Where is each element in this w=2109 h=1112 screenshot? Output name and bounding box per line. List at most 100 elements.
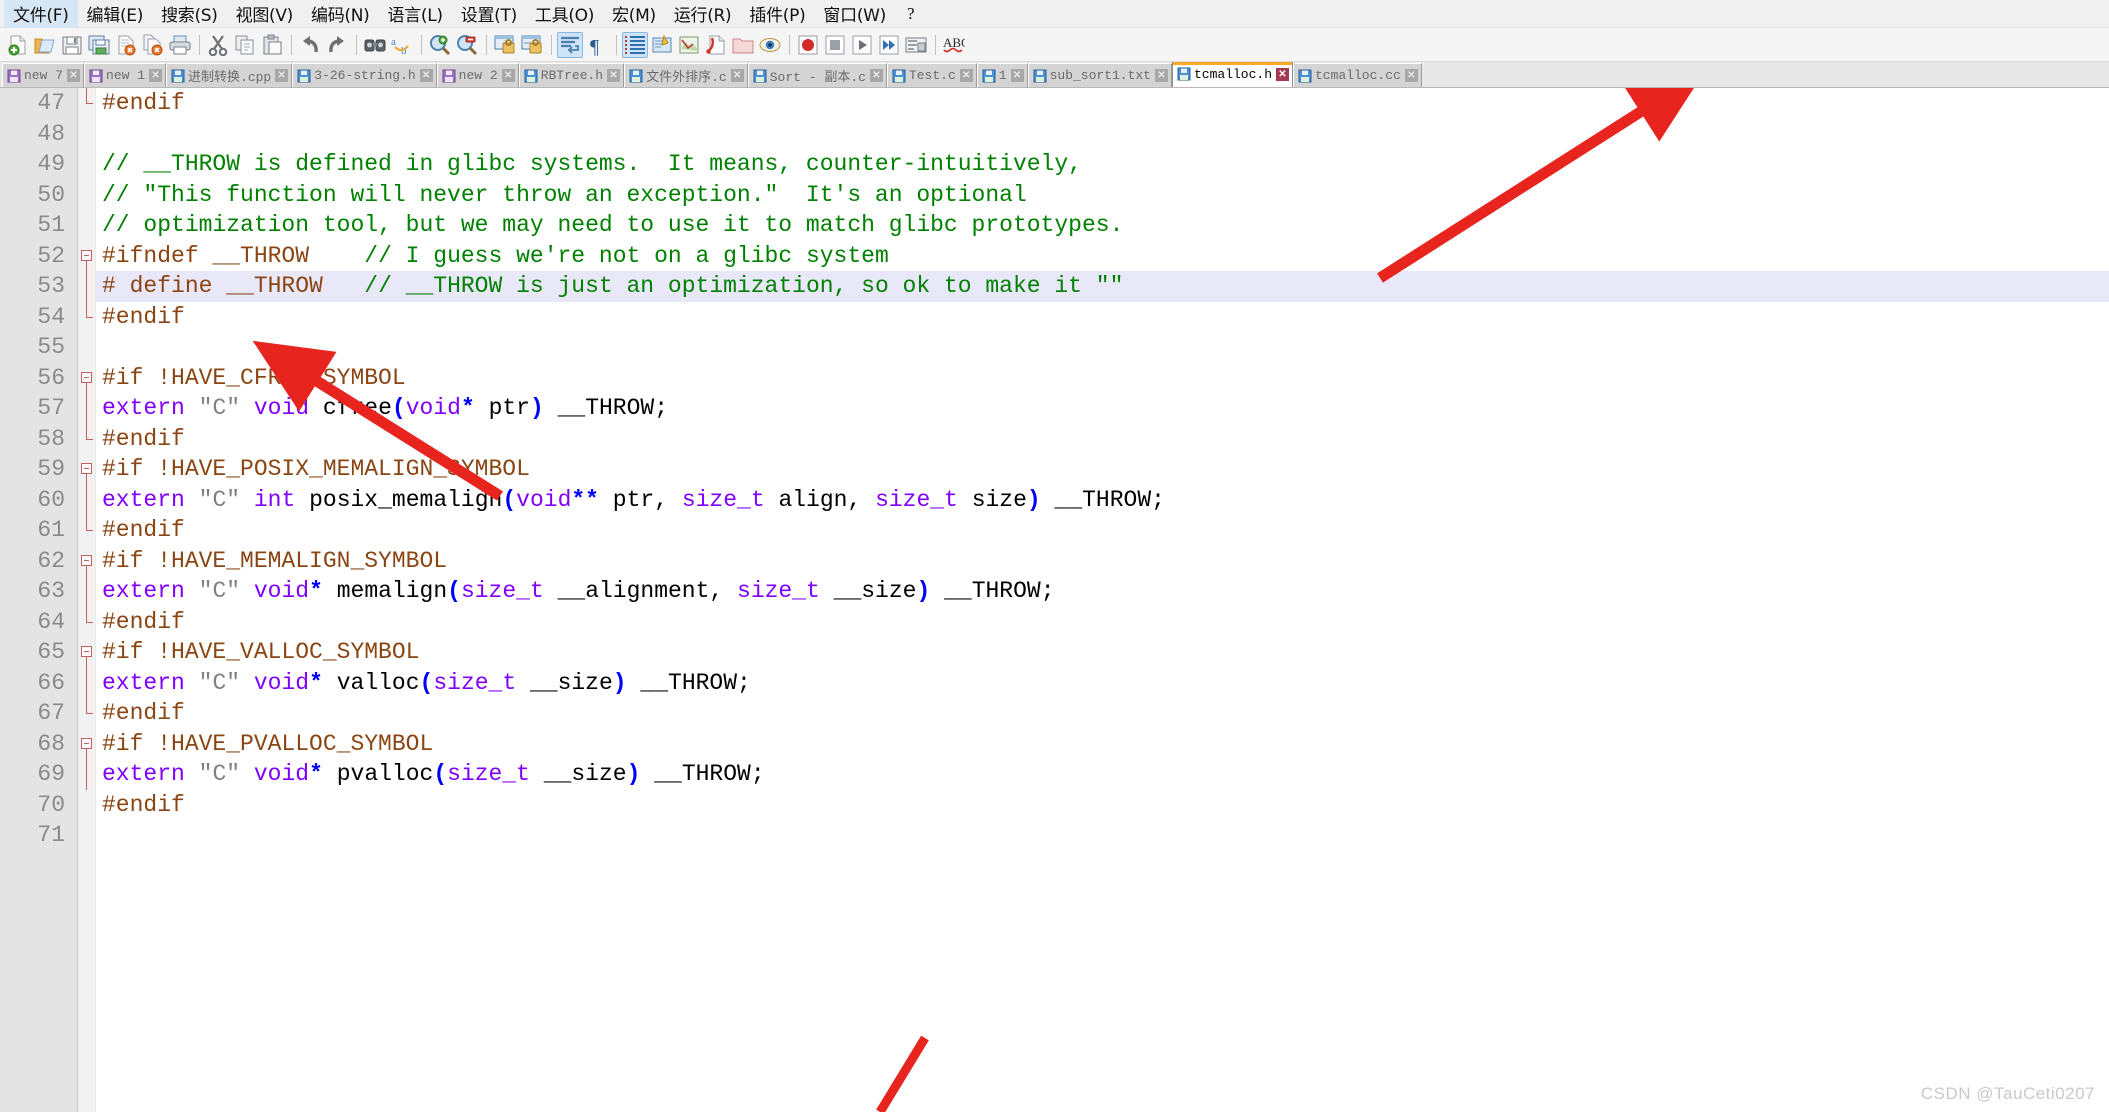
document-tab[interactable]: tcmalloc.cc ✕	[1293, 63, 1422, 87]
document-tab[interactable]: 3-26-string.h ✕	[292, 63, 437, 87]
tab-close-icon[interactable]: ✕	[959, 69, 973, 82]
code-line[interactable]: #endif	[96, 698, 2109, 729]
code-editor[interactable]: 47 48 49 50 51 52 53 54 55 56 57 58 59 60 61 62 63 64 65 66…	[0, 88, 2109, 1112]
print-icon[interactable]	[167, 32, 193, 58]
open-folder-icon[interactable]	[32, 32, 58, 58]
play-macro-icon[interactable]	[849, 32, 875, 58]
document-tab-bar[interactable]: new 7 ✕ new 1 ✕ 进制转换.cpp ✕ 3-26-string.h ✕ new 2…	[0, 62, 2109, 88]
code-text-area[interactable]: #endif // __THROW is defined in glibc sys…	[96, 88, 2109, 1112]
tab-close-icon[interactable]: ✕	[419, 69, 433, 82]
menu-view[interactable]: 视图(V)	[227, 0, 302, 29]
code-line[interactable]: // "This function will never throw an ex…	[96, 180, 2109, 211]
code-line[interactable]: #if !HAVE_VALLOC_SYMBOL	[96, 637, 2109, 668]
document-tab[interactable]: Test.c ✕	[886, 63, 977, 87]
fold-collapse-icon[interactable]	[81, 249, 92, 261]
document-tab-active[interactable]: tcmalloc.h ✕	[1171, 62, 1293, 87]
menu-file[interactable]: 文件(F)	[4, 0, 78, 29]
fold-collapse-icon[interactable]	[81, 554, 92, 566]
fold-marker-cell[interactable]	[78, 546, 95, 577]
fold-collapse-icon[interactable]	[81, 371, 92, 383]
code-line[interactable]: #endif	[96, 515, 2109, 546]
menu-encoding[interactable]: 编码(N)	[302, 0, 378, 29]
code-line[interactable]: #if !HAVE_CFREE_SYMBOL	[96, 363, 2109, 394]
code-line[interactable]: extern "C" void* valloc(size_t __size) _…	[96, 668, 2109, 699]
cut-icon[interactable]	[205, 32, 231, 58]
tab-close-icon[interactable]: ✕	[501, 69, 515, 82]
sync-horizontal-scroll-icon[interactable]	[519, 32, 545, 58]
code-line[interactable]: #ifndef __THROW // I guess we're not on …	[96, 241, 2109, 272]
tab-close-icon[interactable]: ✕	[869, 69, 883, 82]
find-icon[interactable]	[362, 32, 388, 58]
tab-close-icon[interactable]: ✕	[1404, 69, 1418, 82]
code-line[interactable]: #endif	[96, 790, 2109, 821]
tab-close-icon[interactable]: ✕	[1154, 69, 1168, 82]
save-all-icon[interactable]	[86, 32, 112, 58]
code-line[interactable]: // __THROW is defined in glibc systems. …	[96, 149, 2109, 180]
fold-collapse-icon[interactable]	[81, 463, 92, 474]
paste-icon[interactable]	[259, 32, 285, 58]
menu-plugins[interactable]: 插件(P)	[740, 0, 814, 29]
code-line[interactable]: # define __THROW // __THROW is just an o…	[96, 271, 2109, 302]
spell-check-icon[interactable]: ABC	[941, 32, 967, 58]
code-line[interactable]: extern "C" void cfree(void* ptr) __THROW…	[96, 393, 2109, 424]
user-defined-language-icon[interactable]	[649, 32, 675, 58]
tab-close-icon[interactable]: ✕	[1276, 67, 1289, 81]
menu-language[interactable]: 语言(L)	[379, 0, 452, 29]
monitoring-icon[interactable]	[757, 32, 783, 58]
tab-close-icon[interactable]: ✕	[730, 69, 744, 82]
run-macro-multiple-icon[interactable]	[876, 32, 902, 58]
new-file-icon[interactable]	[5, 32, 31, 58]
replace-icon[interactable]: ab	[389, 32, 415, 58]
zoom-in-icon[interactable]	[427, 32, 453, 58]
undo-icon[interactable]	[297, 32, 323, 58]
stop-macro-icon[interactable]	[822, 32, 848, 58]
tab-close-icon[interactable]: ✕	[149, 69, 163, 82]
copy-icon[interactable]	[232, 32, 258, 58]
code-line[interactable]: #if !HAVE_PVALLOC_SYMBOL	[96, 729, 2109, 760]
code-line[interactable]: // optimization tool, but we may need to…	[96, 210, 2109, 241]
show-all-chars-icon[interactable]: ¶	[584, 32, 610, 58]
menu-tools[interactable]: 工具(O)	[526, 0, 603, 29]
sync-vertical-scroll-icon[interactable]	[492, 32, 518, 58]
function-list-icon[interactable]	[703, 32, 729, 58]
menu-edit[interactable]: 编辑(E)	[78, 0, 153, 29]
fold-marker-cell[interactable]	[78, 729, 95, 760]
code-line[interactable]	[96, 332, 2109, 363]
redo-icon[interactable]	[324, 32, 350, 58]
fold-marker-cell[interactable]	[78, 363, 95, 394]
tab-close-icon[interactable]: ✕	[1010, 69, 1024, 82]
fold-marker-cell[interactable]	[78, 637, 95, 668]
code-line[interactable]	[96, 119, 2109, 150]
menu-window[interactable]: 窗口(W)	[814, 0, 895, 29]
code-line[interactable]: extern "C" void* memalign(size_t __align…	[96, 576, 2109, 607]
document-tab[interactable]: 文件外排序.c ✕	[624, 63, 748, 87]
code-line[interactable]: #endif	[96, 424, 2109, 455]
save-macro-icon[interactable]	[903, 32, 929, 58]
document-tab[interactable]: new 7 ✕	[2, 63, 85, 87]
code-line[interactable]	[96, 820, 2109, 851]
document-tab[interactable]: RBTree.h ✕	[518, 63, 625, 87]
code-line[interactable]: #if !HAVE_POSIX_MEMALIGN_SYMBOL	[96, 454, 2109, 485]
document-tab[interactable]: new 2 ✕	[436, 63, 519, 87]
code-line[interactable]: #endif	[96, 607, 2109, 638]
menu-macro[interactable]: 宏(M)	[603, 0, 665, 29]
code-line[interactable]: extern "C" int posix_memalign(void** ptr…	[96, 485, 2109, 516]
document-tab[interactable]: new 1 ✕	[84, 63, 167, 87]
tab-close-icon[interactable]: ✕	[607, 69, 621, 82]
close-all-files-icon[interactable]	[140, 32, 166, 58]
code-line[interactable]: extern "C" void* pvalloc(size_t __size) …	[96, 759, 2109, 790]
document-tab[interactable]: sub_sort1.txt ✕	[1027, 63, 1172, 87]
code-line[interactable]: #if !HAVE_MEMALIGN_SYMBOL	[96, 546, 2109, 577]
menu-run[interactable]: 运行(R)	[665, 0, 741, 29]
document-tab[interactable]: Sort - 副本.c ✕	[747, 63, 887, 87]
word-wrap-icon[interactable]	[557, 31, 583, 58]
menu-search[interactable]: 搜索(S)	[152, 0, 227, 29]
fold-marker-cell[interactable]	[78, 454, 95, 485]
code-line[interactable]: #endif	[96, 302, 2109, 333]
indent-guide-icon[interactable]	[622, 31, 648, 58]
save-icon[interactable]	[59, 32, 85, 58]
code-folding-margin[interactable]	[78, 88, 96, 1112]
menu-help[interactable]: ?	[895, 1, 926, 27]
tab-close-icon[interactable]: ✕	[67, 69, 81, 82]
tab-close-icon[interactable]: ✕	[275, 69, 289, 82]
